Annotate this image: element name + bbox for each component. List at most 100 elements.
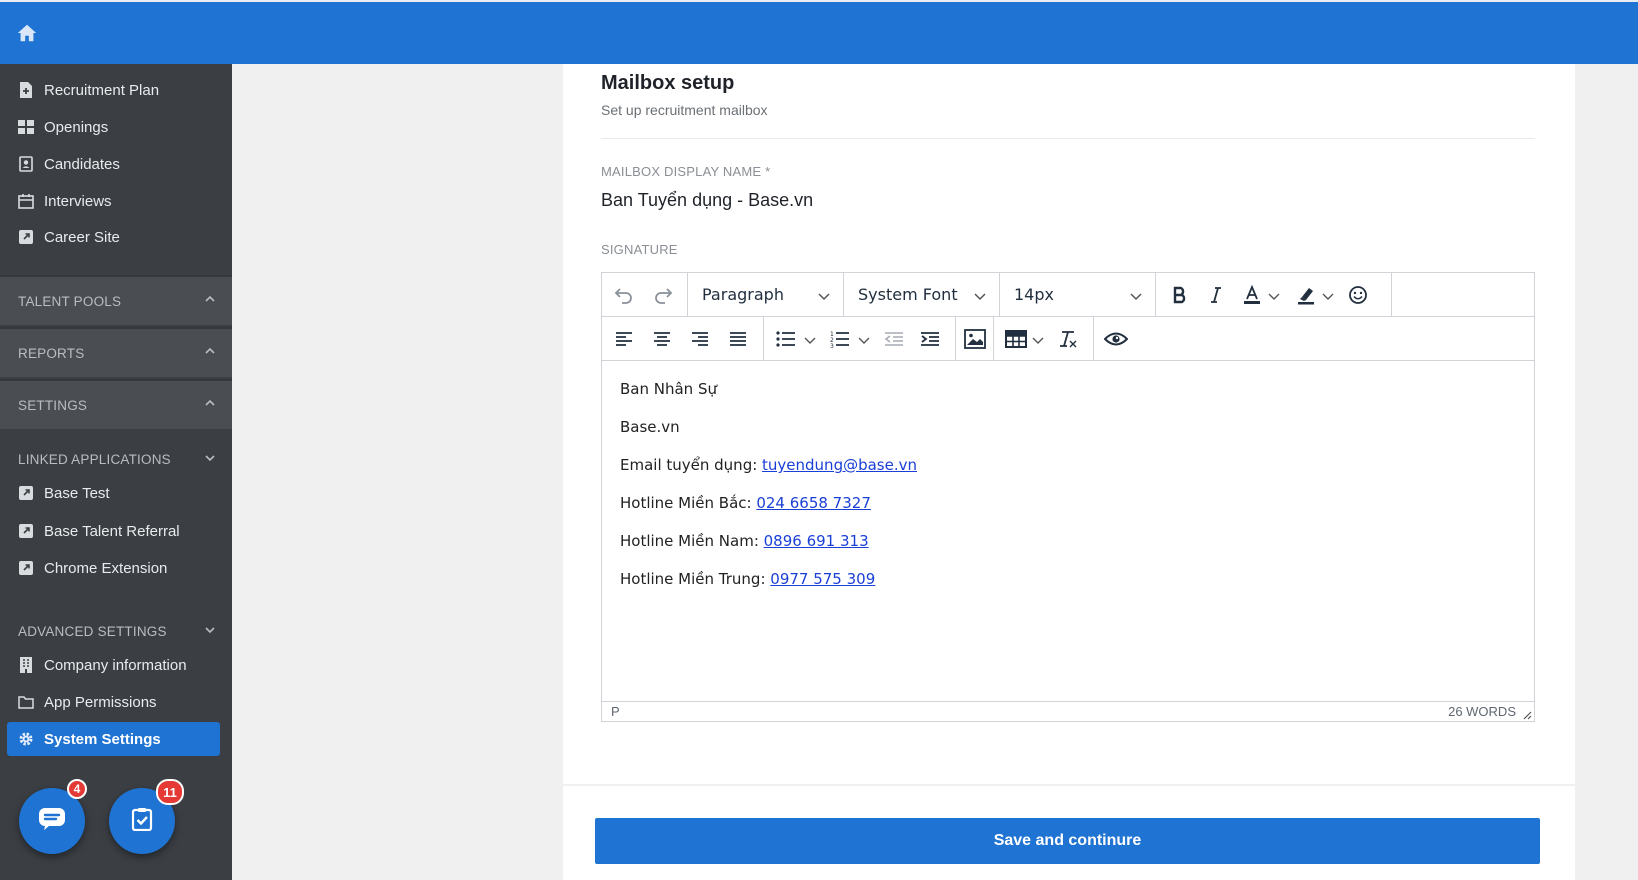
sidebar-item-label: Recruitment Plan — [44, 81, 160, 99]
tasks-fab-button[interactable]: 11 — [109, 779, 184, 854]
sidebar-item-label: Career Site — [44, 228, 120, 246]
external-link-icon — [18, 229, 34, 245]
editor-statusbar: P 26 WORDS — [602, 701, 1534, 721]
numbered-list-icon[interactable]: 123 — [828, 327, 852, 351]
chevron-up-icon — [204, 345, 218, 359]
sidebar-item-base-talent-referral[interactable]: Base Talent Referral — [0, 514, 232, 548]
sidebar-item-label: Interviews — [44, 192, 112, 210]
hotline-north-link[interactable]: 024 6658 7327 — [756, 494, 871, 512]
sidebar-item-label: Chrome Extension — [44, 559, 168, 577]
clear-formatting-icon[interactable] — [1056, 327, 1080, 351]
chevron-down-icon[interactable] — [1322, 289, 1334, 301]
chevron-down-icon[interactable] — [804, 333, 816, 345]
section-label: ADVANCED SETTINGS — [18, 623, 167, 639]
image-icon[interactable] — [963, 327, 987, 351]
sidebar-item-chrome-extension[interactable]: Chrome Extension — [0, 551, 232, 585]
block-format-value: Paragraph — [702, 285, 784, 304]
building-icon — [18, 657, 34, 673]
signature-line: Email tuyển dụng: tuyendung@base.vn — [620, 456, 917, 474]
clipboard-check-icon — [131, 807, 153, 836]
table-icon[interactable] — [1004, 327, 1028, 351]
resize-handle-icon[interactable] — [1522, 708, 1532, 720]
section-advanced-settings[interactable]: ADVANCED SETTINGS — [0, 614, 232, 648]
signature-line: Base.vn — [620, 418, 680, 436]
eye-icon[interactable] — [1104, 327, 1128, 351]
preview-group — [1094, 317, 1140, 360]
signature-editor: Paragraph System Font 14px 1 2 3 Ban Nhâ… — [601, 272, 1535, 722]
chevron-down-icon — [204, 624, 218, 638]
sidebar-item-label: Base Test — [44, 484, 110, 502]
align-right-icon[interactable] — [688, 327, 712, 351]
sidebar: Recruitment Plan Openings Candidates Int… — [0, 64, 232, 880]
word-count[interactable]: 26 WORDS — [1448, 704, 1516, 719]
align-center-icon[interactable] — [650, 327, 674, 351]
undo-icon[interactable] — [612, 283, 636, 307]
sidebar-item-recruitment-plan[interactable]: Recruitment Plan — [0, 73, 232, 107]
email-link[interactable]: tuyendung@base.vn — [762, 456, 917, 474]
chevron-down-icon[interactable] — [1268, 289, 1280, 301]
save-and-continue-button[interactable]: Save and continure — [595, 818, 1540, 864]
home-icon[interactable] — [16, 22, 40, 46]
editor-toolbar-row-1: Paragraph System Font 14px — [602, 273, 1534, 317]
history-group — [602, 273, 688, 316]
chevron-down-icon[interactable] — [858, 333, 870, 345]
chat-badge: 4 — [67, 779, 87, 799]
sidebar-item-label: Company information — [44, 656, 187, 674]
list-group: 123 — [764, 317, 956, 360]
grid-icon — [18, 119, 34, 135]
editor-content-area[interactable]: Ban Nhân Sự Base.vn Email tuyển dụng: tu… — [602, 361, 1534, 701]
section-label: LINKED APPLICATIONS — [18, 451, 171, 467]
chevron-down-icon[interactable] — [1032, 333, 1044, 345]
sidebar-item-career-site[interactable]: Career Site — [0, 220, 232, 254]
chat-fab-button[interactable]: 4 — [19, 779, 87, 854]
italic-icon[interactable] — [1204, 283, 1228, 307]
element-path[interactable]: P — [611, 704, 620, 719]
section-talent-pools[interactable]: TALENT POOLS — [0, 275, 232, 325]
sidebar-item-label: Openings — [44, 118, 109, 136]
editor-toolbar-row-2: 123 — [602, 317, 1534, 361]
bullet-list-icon[interactable] — [774, 327, 798, 351]
section-label: TALENT POOLS — [18, 293, 122, 309]
signature-label: SIGNATURE — [601, 242, 678, 257]
signature-line: Hotline Miền Trung: 0977 575 309 — [620, 570, 876, 588]
align-justify-icon[interactable] — [726, 327, 750, 351]
font-size-value: 14px — [1014, 285, 1054, 304]
section-linked-applications[interactable]: LINKED APPLICATIONS — [0, 442, 232, 476]
external-link-icon — [18, 560, 34, 576]
indent-icon[interactable] — [918, 327, 942, 351]
mailbox-display-name-field[interactable]: Ban Tuyển dụng - Base.vn — [601, 190, 813, 211]
sidebar-item-app-permissions[interactable]: App Permissions — [0, 685, 232, 719]
section-label: SETTINGS — [18, 397, 88, 413]
font-size-select[interactable]: 14px — [1000, 273, 1156, 316]
media-group — [956, 317, 994, 360]
sidebar-item-candidates[interactable]: Candidates — [0, 147, 232, 181]
chevron-up-icon — [204, 293, 218, 307]
bold-icon[interactable] — [1168, 283, 1192, 307]
text-color-icon[interactable] — [1240, 283, 1264, 307]
hotline-south-link[interactable]: 0896 691 313 — [764, 532, 869, 550]
folder-icon — [18, 694, 34, 710]
sidebar-item-company-information[interactable]: Company information — [0, 648, 232, 682]
highlight-icon[interactable] — [1294, 283, 1318, 307]
font-family-select[interactable]: System Font — [844, 273, 1000, 316]
hotline-central-link[interactable]: 0977 575 309 — [770, 570, 875, 588]
outdent-icon[interactable] — [882, 327, 906, 351]
section-settings[interactable]: SETTINGS — [0, 379, 232, 429]
sidebar-item-interviews[interactable]: Interviews — [0, 184, 232, 218]
block-format-select[interactable]: Paragraph — [688, 273, 844, 316]
emoji-icon[interactable] — [1346, 283, 1370, 307]
chevron-down-icon — [817, 288, 831, 302]
tasks-badge: 11 — [156, 779, 184, 805]
chat-bubble-icon — [38, 807, 66, 836]
sidebar-item-base-test[interactable]: Base Test — [0, 476, 232, 510]
redo-icon[interactable] — [651, 283, 675, 307]
sidebar-item-system-settings[interactable]: System Settings — [7, 722, 220, 756]
section-reports[interactable]: REPORTS — [0, 327, 232, 377]
chevron-down-icon — [204, 452, 218, 466]
align-left-icon[interactable] — [612, 327, 636, 351]
section-label: REPORTS — [18, 345, 85, 361]
page-title: Mailbox setup — [601, 72, 735, 94]
chevron-down-icon — [1129, 288, 1143, 302]
sidebar-item-openings[interactable]: Openings — [0, 110, 232, 144]
font-family-value: System Font — [858, 285, 958, 304]
